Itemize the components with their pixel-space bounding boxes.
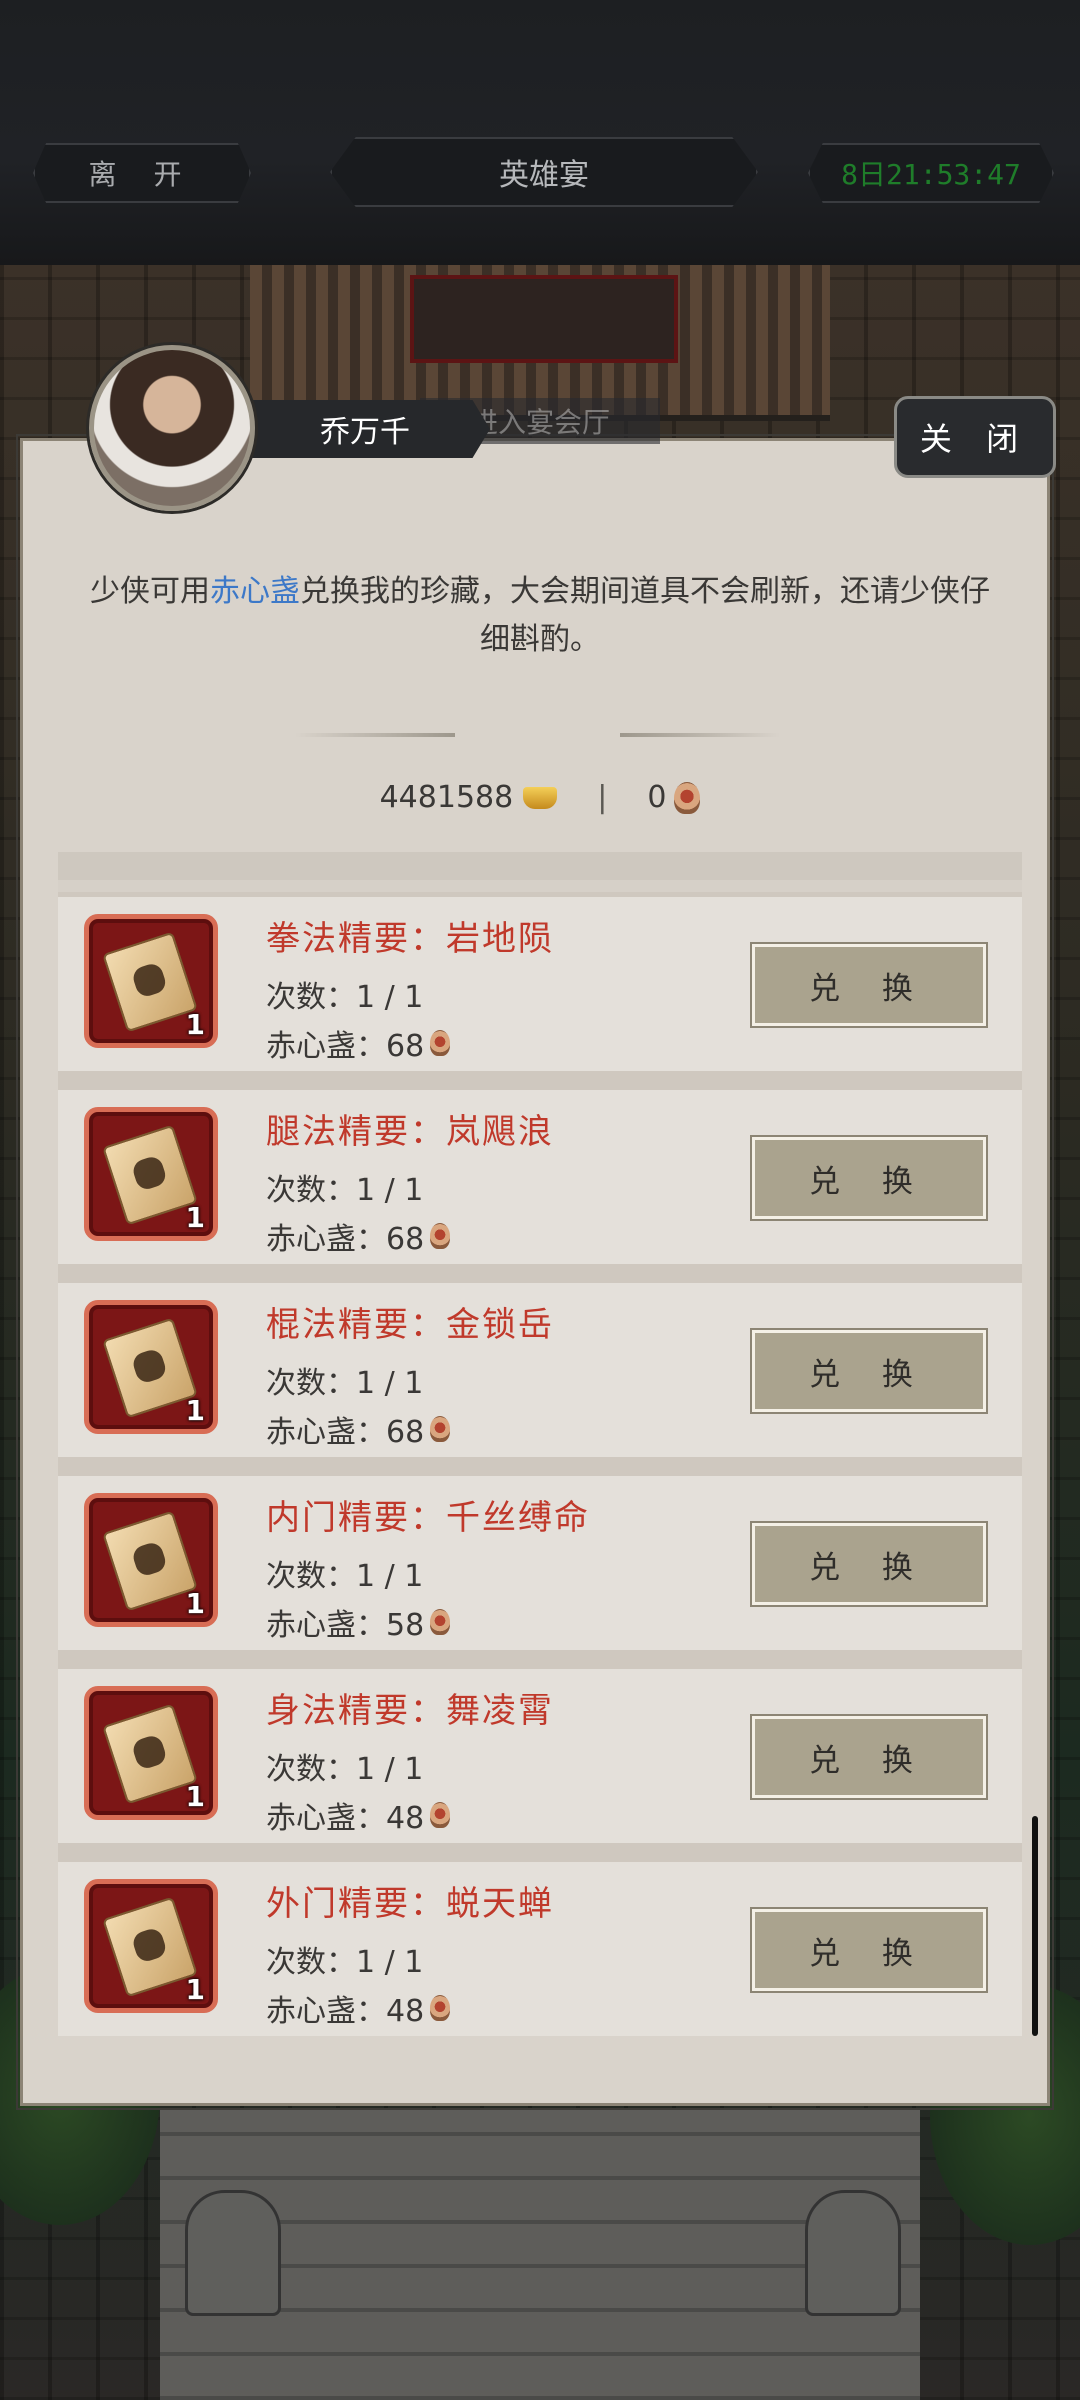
item-cost-text: 赤心盏：68 <box>266 1222 425 1257</box>
item-cost-text: 赤心盏：48 <box>266 1994 425 2029</box>
item-cost: 赤心盏：68 <box>266 1214 451 1258</box>
top-bar: 离 开 英雄宴 8日21:53:47 <box>0 0 1080 268</box>
red-heart-cup-icon <box>430 1223 451 1249</box>
currency-separator: | <box>597 780 608 815</box>
exchange-button[interactable]: 兑 换 <box>750 1521 988 1607</box>
item-name: 腿法精要：岚飓浪 <box>266 1112 554 1152</box>
item-count: 次数：1 / 1 <box>266 1752 424 1787</box>
leave-button[interactable]: 离 开 <box>33 143 251 203</box>
item-cost: 赤心盏：48 <box>266 1986 451 2030</box>
item-quantity: 1 <box>185 1008 205 1041</box>
item-cost: 赤心盏：68 <box>266 1021 451 1065</box>
item-quantity: 1 <box>185 1780 205 1813</box>
exchange-button[interactable]: 兑 换 <box>750 1328 988 1414</box>
item-cost: 赤心盏：48 <box>266 1793 451 1837</box>
manual-book-icon[interactable]: 1 <box>84 1493 218 1627</box>
manual-book-icon[interactable]: 1 <box>84 1879 218 2013</box>
item-name: 拳法精要：岩地陨 <box>266 919 554 959</box>
item-name: 内门精要：千丝缚命 <box>266 1498 590 1538</box>
exchange-button[interactable]: 兑 换 <box>750 1135 988 1221</box>
stone-lion-left <box>185 2190 281 2316</box>
item-quantity: 1 <box>185 1973 205 2006</box>
list-item: 1 内门精要：千丝缚命 次数：1 / 1 赤心盏：58 兑 换 <box>58 1476 1022 1650</box>
stone-lion-right <box>805 2190 901 2316</box>
list-scrollbar[interactable] <box>1032 1816 1038 2036</box>
currency-bar: 4481588 | 0 <box>0 780 1080 815</box>
exchange-list[interactable]: 1 拳法精要：岩地陨 次数：1 / 1 赤心盏：68 兑 换 1 腿法精要：岚飓… <box>58 852 1022 2036</box>
list-item: 1 棍法精要：金锁岳 次数：1 / 1 赤心盏：68 兑 换 <box>58 1283 1022 1457</box>
item-quantity: 1 <box>185 1587 205 1620</box>
message-highlight: 赤心盏 <box>210 574 300 609</box>
message-text-after: 兑换我的珍藏，大会期间道具不会刷新，还请少侠仔细斟酌。 <box>300 574 990 657</box>
exchange-button[interactable]: 兑 换 <box>750 1714 988 1800</box>
item-cost: 赤心盏：68 <box>266 1407 451 1451</box>
item-count: 次数：1 / 1 <box>266 1366 424 1401</box>
item-count: 次数：1 / 1 <box>266 1559 424 1594</box>
item-count: 次数：1 / 1 <box>266 980 424 1015</box>
item-cost-text: 赤心盏：58 <box>266 1608 425 1643</box>
red-heart-cup-icon <box>430 1416 451 1442</box>
item-name: 身法精要：舞凌霄 <box>266 1691 554 1731</box>
gold-amount: 4481588 <box>379 780 514 815</box>
divider-right <box>620 733 780 737</box>
item-cost-text: 赤心盏：68 <box>266 1415 425 1450</box>
red-heart-cup-icon <box>430 1030 451 1056</box>
npc-avatar <box>89 345 255 511</box>
manual-book-icon[interactable]: 1 <box>84 1686 218 1820</box>
gold-ingot-icon <box>523 786 558 809</box>
red-heart-cup-icon <box>674 781 701 814</box>
manual-book-icon[interactable]: 1 <box>84 1107 218 1241</box>
red-heart-cup-icon <box>430 1995 451 2021</box>
item-name: 外门精要：蜕天蝉 <box>266 1884 554 1924</box>
token-amount: 0 <box>647 780 667 815</box>
item-cost-text: 赤心盏：68 <box>266 1029 425 1064</box>
list-item: 1 腿法精要：岚飓浪 次数：1 / 1 赤心盏：68 兑 换 <box>58 1090 1022 1264</box>
item-cost: 赤心盏：58 <box>266 1600 451 1644</box>
close-button[interactable]: 关 闭 <box>894 396 1056 478</box>
message-text-before: 少侠可用 <box>90 574 210 609</box>
manual-book-icon[interactable]: 1 <box>84 1300 218 1434</box>
list-item: 1 身法精要：舞凌霄 次数：1 / 1 赤心盏：48 兑 换 <box>58 1669 1022 1843</box>
npc-name: 乔万千 <box>240 400 490 458</box>
item-cost-text: 赤心盏：48 <box>266 1801 425 1836</box>
item-quantity: 1 <box>185 1201 205 1234</box>
exchange-button[interactable]: 兑 换 <box>750 942 988 1028</box>
red-heart-cup-icon <box>430 1802 451 1828</box>
exchange-button[interactable]: 兑 换 <box>750 1907 988 1993</box>
list-item: 1 外门精要：蜕天蝉 次数：1 / 1 赤心盏：48 兑 换 <box>58 1862 1022 2036</box>
item-quantity: 1 <box>185 1394 205 1427</box>
red-heart-cup-icon <box>430 1609 451 1635</box>
item-count: 次数：1 / 1 <box>266 1173 424 1208</box>
page-title: 英雄宴 <box>330 137 758 207</box>
divider-left <box>295 733 455 737</box>
npc-message: 少侠可用赤心盏兑换我的珍藏，大会期间道具不会刷新，还请少侠仔细斟酌。 <box>80 568 1000 664</box>
countdown-timer: 8日21:53:47 <box>808 143 1054 203</box>
manual-book-icon[interactable]: 1 <box>84 914 218 1048</box>
item-name: 棍法精要：金锁岳 <box>266 1305 554 1345</box>
list-item: 1 拳法精要：岩地陨 次数：1 / 1 赤心盏：68 兑 换 <box>58 897 1022 1071</box>
item-count: 次数：1 / 1 <box>266 1945 424 1980</box>
list-top-edge <box>58 852 1022 892</box>
